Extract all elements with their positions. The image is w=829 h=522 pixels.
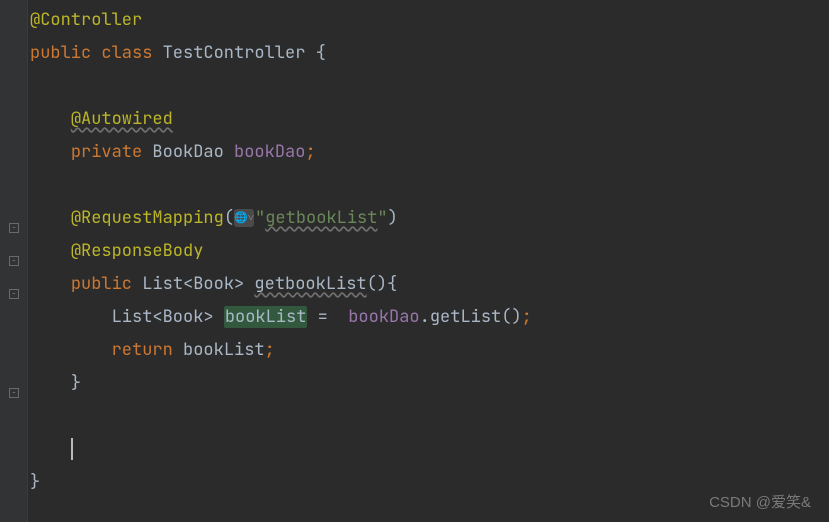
- gutter: − − − −: [0, 0, 28, 522]
- code-line: @ResponseBody: [28, 235, 829, 268]
- cursor-caret: [71, 438, 73, 460]
- annotation: @RequestMapping: [71, 207, 224, 229]
- keyword: class: [101, 42, 152, 64]
- brace: }: [30, 471, 40, 493]
- watermark: CSDN @爱笑&: [709, 491, 811, 512]
- string-value: getbookList: [265, 207, 377, 229]
- semicolon: ;: [522, 306, 532, 328]
- code-line: public List<Book> getbookList(){: [28, 268, 829, 301]
- highlight: bookList: [224, 306, 308, 328]
- paren: (: [224, 207, 234, 229]
- type: List<Book>: [112, 306, 214, 328]
- variable: bookList: [183, 339, 265, 361]
- code-line: List<Book> bookList = bookDao.getList();: [28, 301, 829, 334]
- keyword: public: [71, 273, 132, 295]
- semicolon: ;: [265, 339, 275, 361]
- parens: (){: [367, 273, 398, 295]
- method-call: getList: [430, 306, 501, 328]
- string: ": [377, 207, 387, 229]
- fold-marker-icon[interactable]: −: [9, 388, 19, 398]
- class-name: TestController: [163, 42, 306, 64]
- brace: }: [71, 372, 81, 394]
- parens: (): [501, 306, 521, 328]
- code-line: }: [28, 367, 829, 400]
- annotation: @Autowired: [71, 108, 173, 130]
- type: List<Book>: [142, 273, 244, 295]
- code-line: @RequestMapping(🌐˅"getbookList"): [28, 202, 829, 235]
- code-line: [28, 433, 829, 466]
- keyword: private: [71, 141, 142, 163]
- field: bookDao: [234, 141, 305, 163]
- code-line: [28, 400, 829, 433]
- globe-icon[interactable]: 🌐˅: [234, 209, 254, 227]
- editor-container: − − − − @Controller public class TestCon…: [0, 0, 829, 522]
- fold-marker-icon[interactable]: −: [9, 289, 19, 299]
- equals: =: [307, 306, 348, 328]
- semicolon: ;: [305, 141, 315, 163]
- paren: ): [388, 207, 398, 229]
- field-ref: bookDao: [348, 306, 419, 328]
- brace: {: [305, 42, 325, 64]
- variable: bookList: [225, 306, 307, 328]
- code-area[interactable]: @Controller public class TestController …: [28, 0, 829, 522]
- code-line: public class TestController {: [28, 37, 829, 70]
- annotation: @ResponseBody: [71, 240, 204, 262]
- type: BookDao: [152, 141, 223, 163]
- string: ": [255, 207, 265, 229]
- code-line: [28, 169, 829, 202]
- code-line: [28, 70, 829, 103]
- method-name: getbookList: [254, 273, 366, 295]
- keyword: return: [112, 339, 173, 361]
- fold-marker-icon[interactable]: −: [9, 256, 19, 266]
- code-line: private BookDao bookDao;: [28, 136, 829, 169]
- fold-marker-icon[interactable]: −: [9, 223, 19, 233]
- keyword: public: [30, 42, 91, 64]
- annotation: @Controller: [30, 9, 142, 31]
- dot: .: [420, 306, 430, 328]
- code-line: @Controller: [28, 4, 829, 37]
- code-line: return bookList;: [28, 334, 829, 367]
- code-line: @Autowired: [28, 103, 829, 136]
